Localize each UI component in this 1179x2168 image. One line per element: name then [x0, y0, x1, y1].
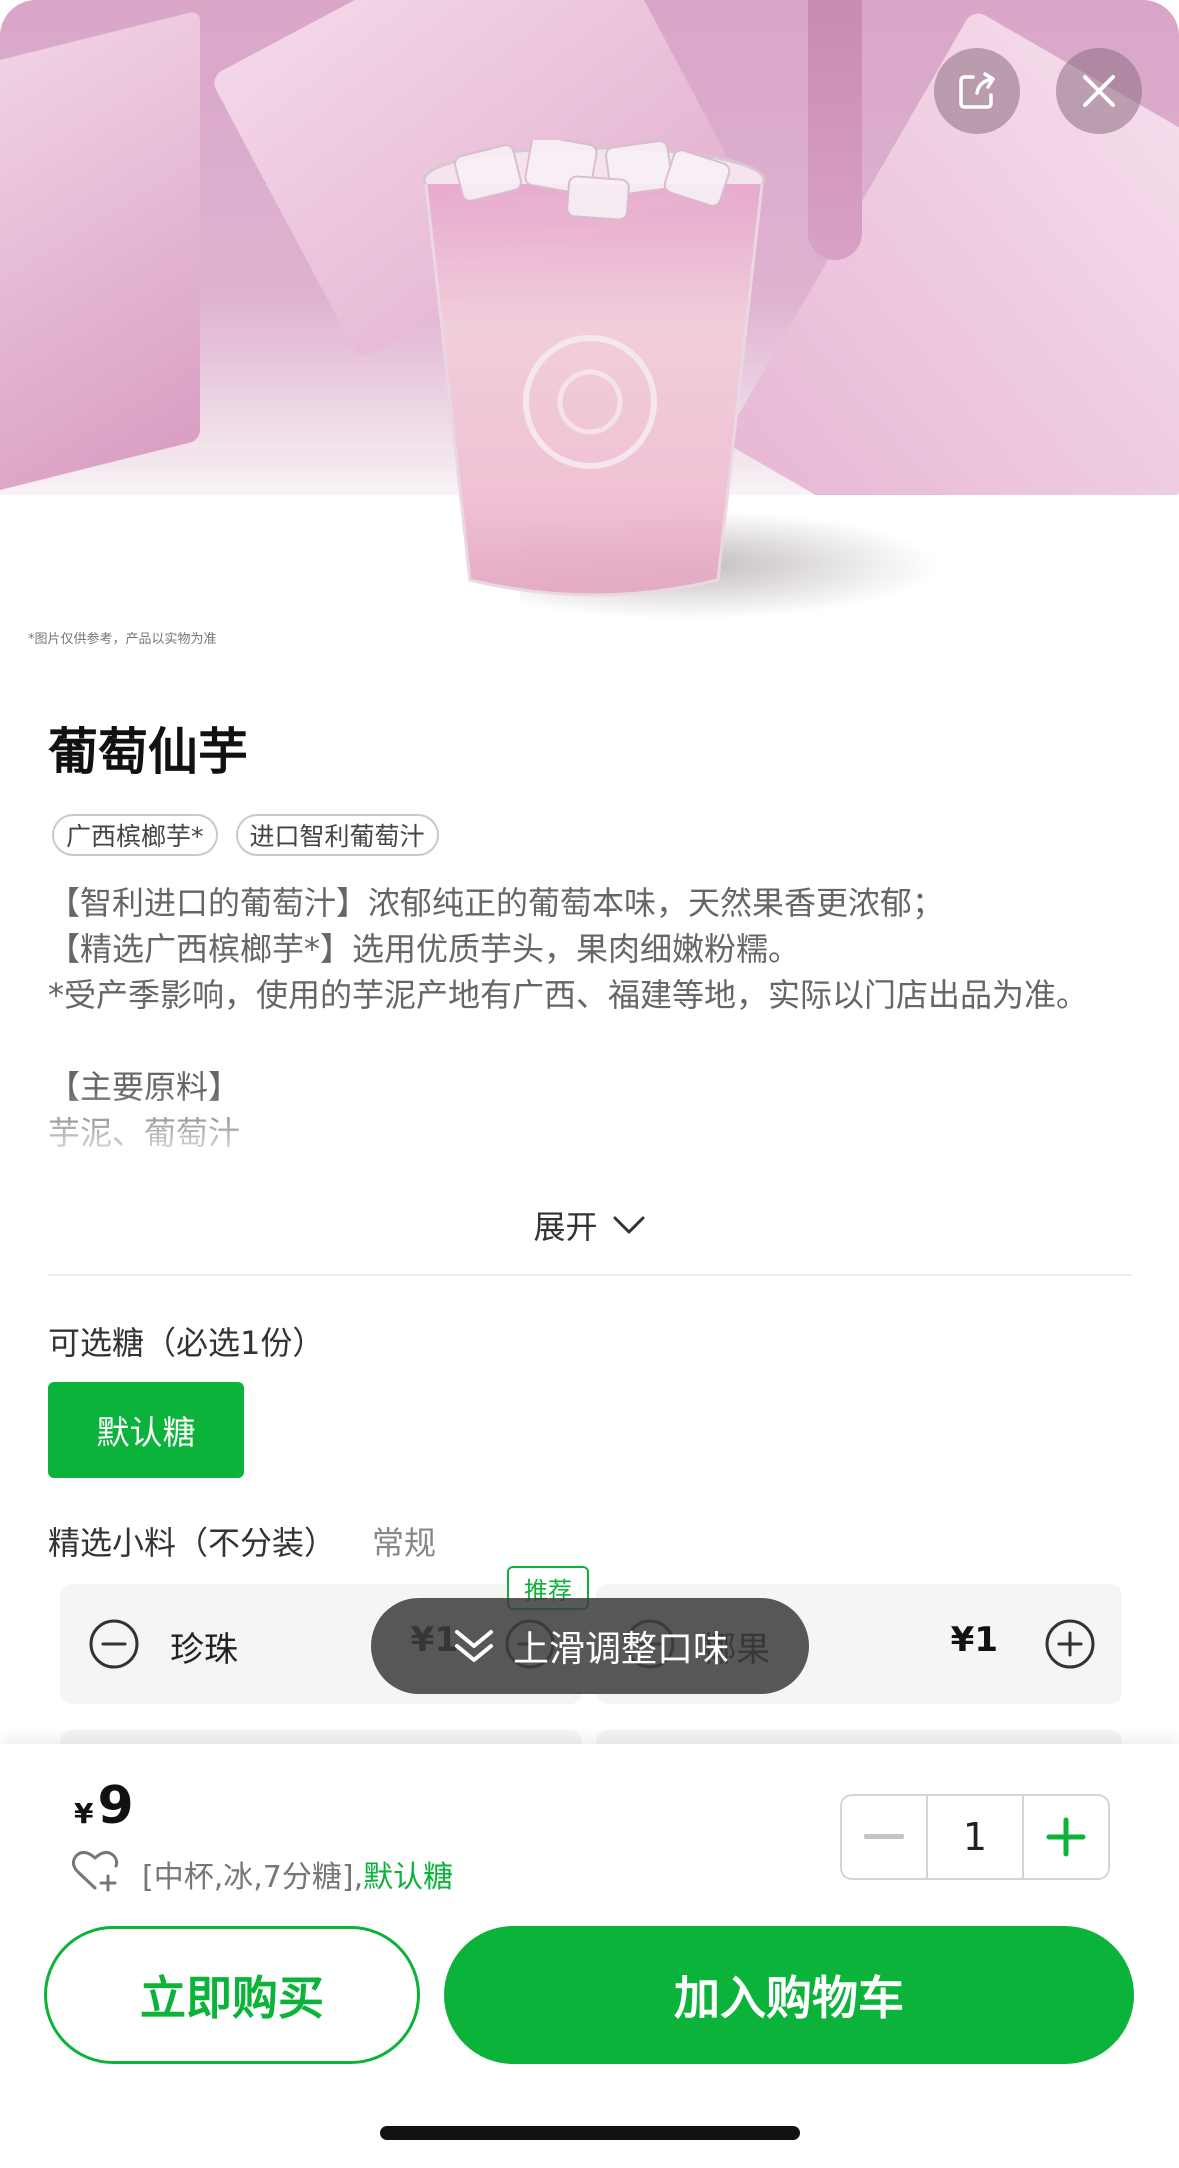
decrease-button[interactable]	[842, 1796, 926, 1878]
topping-section-label: 精选小料（不分装） 常规	[48, 1518, 436, 1564]
product-title: 葡萄仙芋	[48, 723, 248, 781]
close-icon	[1083, 75, 1115, 107]
expand-button[interactable]: 展开	[0, 1202, 1179, 1248]
close-button[interactable]	[1056, 48, 1142, 134]
total-price: ¥9	[74, 1776, 134, 1836]
minus-icon	[864, 1834, 904, 1839]
selected-spec: [中杯,冰,7分糖],默认糖	[142, 1852, 453, 1896]
topping-sub-label: 常规	[372, 1524, 437, 1562]
minus-circle-icon[interactable]	[88, 1618, 140, 1670]
toast-text: 上滑调整口味	[512, 1629, 729, 1670]
product-tag: 进口智利葡萄汁	[235, 814, 439, 856]
plus-circle-icon[interactable]	[1044, 1618, 1096, 1670]
expand-label: 展开	[533, 1208, 598, 1246]
share-icon	[959, 72, 995, 109]
share-button[interactable]	[934, 48, 1020, 134]
topping-name: 珍珠	[170, 1630, 238, 1670]
currency-symbol: ¥	[74, 1797, 94, 1830]
sugar-section-label: 可选糖（必选1份）	[48, 1324, 325, 1362]
taro-drip	[808, 0, 862, 260]
increase-button[interactable]	[1024, 1796, 1108, 1878]
product-image: *图片仅供参考，产品以实物为准	[0, 0, 1179, 660]
divider	[48, 1274, 1132, 1276]
spec-text: [中杯,冰,7分糖],	[142, 1860, 364, 1895]
product-tags: 广西槟榔芋* 进口智利葡萄汁	[52, 814, 439, 856]
topping-label-text: 精选小料（不分装）	[48, 1524, 337, 1562]
sugar-option-default[interactable]: 默认糖	[48, 1382, 244, 1478]
add-to-cart-button[interactable]: 加入购物车	[444, 1926, 1134, 2064]
buy-now-button[interactable]: 立即购买	[44, 1926, 420, 2064]
chevron-down-icon	[613, 1216, 644, 1234]
image-disclaimer: *图片仅供参考，产品以实物为准	[28, 632, 217, 647]
double-chevron-down-icon	[454, 1630, 493, 1662]
product-tag: 广西槟榔芋*	[52, 814, 218, 856]
quantity-stepper: 1	[840, 1794, 1110, 1880]
spec-sugar: 默认糖	[363, 1860, 454, 1895]
description-fade	[0, 1090, 1179, 1180]
home-indicator	[380, 2126, 800, 2140]
scroll-hint-toast: 上滑调整口味	[371, 1598, 809, 1694]
price-value: 9	[97, 1776, 134, 1836]
taro-block-left	[0, 10, 200, 500]
plus-icon	[1046, 1817, 1086, 1857]
topping-price: ¥1	[950, 1620, 998, 1660]
favorite-add-icon[interactable]	[70, 1848, 120, 1894]
quantity-value[interactable]: 1	[926, 1796, 1024, 1878]
drink-cup-illustration	[422, 140, 766, 597]
checkout-bar: ¥9 [中杯,冰,7分糖],默认糖 1 立即购买 加入购物车	[0, 1744, 1179, 2168]
